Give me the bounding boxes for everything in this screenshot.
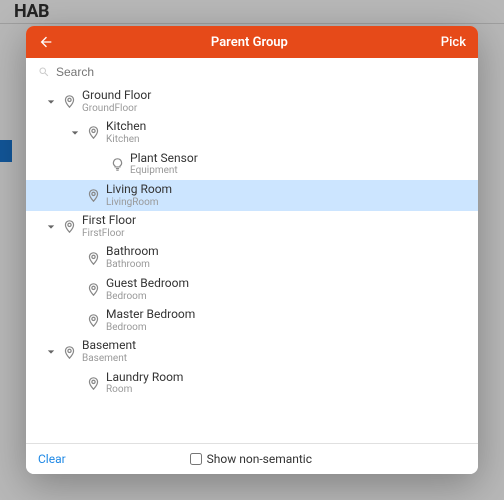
node-text: Guest BedroomBedroom: [106, 277, 189, 302]
tree-node[interactable]: Laundry RoomRoom: [26, 368, 478, 399]
search-container: [26, 58, 478, 86]
clear-button[interactable]: Clear: [38, 452, 66, 466]
location-pin-icon: [86, 251, 100, 265]
node-label: Living Room: [106, 183, 172, 197]
node-label: Master Bedroom: [106, 308, 195, 322]
node-label: Laundry Room: [106, 371, 183, 385]
expand-toggle: [92, 157, 106, 171]
node-label: Bathroom: [106, 245, 159, 259]
node-text: Living RoomLivingRoom: [106, 183, 172, 208]
tree-node[interactable]: First FloorFirstFloor: [26, 211, 478, 242]
tree-node[interactable]: Plant SensorEquipment: [26, 149, 478, 180]
node-sublabel: Equipment: [130, 165, 198, 177]
expand-toggle: [68, 314, 82, 328]
dialog-title: Parent Group: [211, 35, 288, 50]
show-non-semantic-label: Show non-semantic: [207, 452, 312, 466]
chevron-down-icon: [71, 129, 79, 137]
show-non-semantic-checkbox[interactable]: [190, 453, 202, 465]
node-text: Plant SensorEquipment: [130, 152, 198, 177]
node-sublabel: Bedroom: [106, 291, 189, 303]
show-non-semantic-toggle[interactable]: Show non-semantic: [190, 452, 312, 466]
node-sublabel: Room: [106, 384, 183, 396]
parent-group-dialog: Parent Group Pick Ground FloorGroundFloo…: [26, 26, 478, 474]
dialog-footer: Clear Show non-semantic: [26, 443, 478, 474]
tree-node[interactable]: BasementBasement: [26, 336, 478, 367]
search-icon: [38, 66, 50, 78]
node-sublabel: Kitchen: [106, 134, 146, 146]
node-text: BasementBasement: [82, 339, 136, 364]
expand-toggle[interactable]: [44, 345, 58, 359]
location-pin-icon: [62, 220, 76, 234]
tree-node[interactable]: Living RoomLivingRoom: [26, 180, 478, 211]
node-sublabel: Bathroom: [106, 259, 159, 271]
node-label: Plant Sensor: [130, 152, 198, 166]
expand-toggle[interactable]: [68, 126, 82, 140]
node-sublabel: LivingRoom: [106, 197, 172, 209]
dialog-header: Parent Group Pick: [26, 26, 478, 58]
node-sublabel: Bedroom: [106, 322, 195, 334]
location-pin-icon: [86, 189, 100, 203]
node-label: Kitchen: [106, 120, 146, 134]
tree-node[interactable]: KitchenKitchen: [26, 117, 478, 148]
node-label: Basement: [82, 339, 136, 353]
search-box[interactable]: [34, 63, 470, 81]
chevron-down-icon: [47, 348, 55, 356]
location-pin-icon: [86, 126, 100, 140]
expand-toggle[interactable]: [44, 95, 58, 109]
bulb-icon: [110, 157, 124, 171]
chevron-down-icon: [47, 223, 55, 231]
expand-toggle: [68, 189, 82, 203]
location-pin-icon: [86, 376, 100, 390]
back-button[interactable]: [38, 34, 58, 50]
expand-toggle: [68, 376, 82, 390]
node-label: Guest Bedroom: [106, 277, 189, 291]
node-text: BathroomBathroom: [106, 245, 159, 270]
tree-node[interactable]: Guest BedroomBedroom: [26, 274, 478, 305]
node-sublabel: FirstFloor: [82, 228, 136, 240]
node-text: Laundry RoomRoom: [106, 371, 183, 396]
tree-view[interactable]: Ground FloorGroundFloor KitchenKitchen Pla…: [26, 86, 478, 443]
node-label: Ground Floor: [82, 89, 151, 103]
node-text: Master BedroomBedroom: [106, 308, 195, 333]
node-sublabel: GroundFloor: [82, 103, 151, 115]
tree-node[interactable]: BathroomBathroom: [26, 242, 478, 273]
tree-node[interactable]: Master BedroomBedroom: [26, 305, 478, 336]
node-text: KitchenKitchen: [106, 120, 146, 145]
location-pin-icon: [62, 345, 76, 359]
node-label: First Floor: [82, 214, 136, 228]
node-sublabel: Basement: [82, 353, 136, 365]
tree-node[interactable]: Ground FloorGroundFloor: [26, 86, 478, 117]
search-input[interactable]: [56, 65, 466, 79]
location-pin-icon: [86, 282, 100, 296]
node-text: Ground FloorGroundFloor: [82, 89, 151, 114]
node-text: First FloorFirstFloor: [82, 214, 136, 239]
expand-toggle: [68, 251, 82, 265]
location-pin-icon: [86, 314, 100, 328]
arrow-left-icon: [38, 34, 54, 50]
expand-toggle: [68, 282, 82, 296]
location-pin-icon: [62, 95, 76, 109]
expand-toggle[interactable]: [44, 220, 58, 234]
chevron-down-icon: [47, 98, 55, 106]
pick-button[interactable]: Pick: [441, 35, 466, 50]
